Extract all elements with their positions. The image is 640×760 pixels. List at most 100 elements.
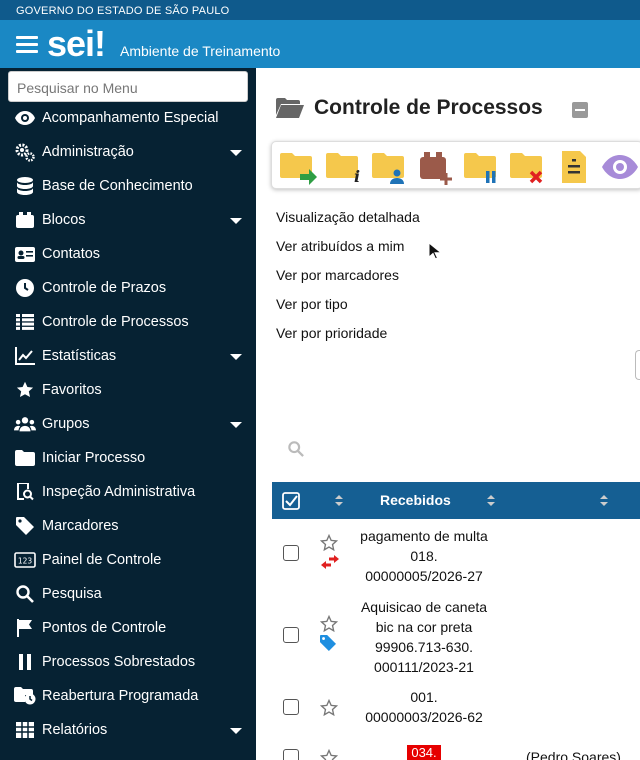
sidebar-item-blocos[interactable]: Blocos — [0, 203, 256, 237]
chevron-down-icon[interactable] — [230, 218, 242, 224]
chevron-down-icon[interactable] — [230, 150, 242, 156]
folder-icon — [14, 448, 36, 468]
view-detailed-link[interactable]: Visualização detalhada — [276, 208, 420, 237]
table-row[interactable]: pagamento de multa 018. 00000005/2026-27 — [272, 523, 640, 591]
eye-icon — [602, 155, 638, 179]
star-outline-icon[interactable] — [320, 749, 338, 760]
sidebar-item-controle-de-prazos[interactable]: Controle de Prazos — [0, 271, 256, 305]
sidebar-item-marcadores[interactable]: Marcadores — [0, 509, 256, 543]
clock-icon — [14, 278, 36, 298]
sidebar-item-label: Controle de Processos — [42, 314, 189, 330]
late-process-badge[interactable]: 034. — [407, 745, 441, 760]
chevron-down-icon[interactable] — [230, 422, 242, 428]
annotation-button[interactable] — [554, 149, 594, 185]
process-description[interactable]: 001. 00000003/2026-62 — [344, 687, 504, 727]
row-checkbox[interactable] — [283, 545, 299, 561]
sidebar-item-label: Grupos — [42, 416, 90, 432]
menu-search-input[interactable]: Pesquisar no Menu — [8, 71, 248, 102]
sidebar-item-processos-sobrestados[interactable]: Processos Sobrestados — [0, 645, 256, 679]
svg-text:i: i — [354, 167, 360, 185]
search-icon[interactable] — [288, 441, 304, 457]
row-checkbox[interactable] — [283, 749, 299, 760]
sidebar-item-base-de-conhecimento[interactable]: Base de Conhecimento — [0, 169, 256, 203]
assign-process-button[interactable] — [370, 149, 410, 185]
star-outline-icon[interactable] — [320, 615, 338, 633]
sidebar-item-label: Reabertura Programada — [42, 688, 199, 704]
chevron-down-icon[interactable] — [230, 728, 242, 734]
sidebar-item-inspecao-administrativa[interactable]: Inspeção Administrativa — [0, 475, 256, 509]
sidebar-item-label: Painel de Controle — [42, 552, 162, 568]
sei-logo[interactable]: sei! — [47, 24, 106, 64]
sidebar-item-favoritos[interactable]: Favoritos — [0, 373, 256, 407]
table-icon — [14, 720, 36, 740]
suspend-process-button[interactable] — [462, 149, 502, 185]
view-by-priority-link[interactable]: Ver por prioridade — [276, 324, 420, 353]
sidebar-item-relatorios[interactable]: Relatórios — [0, 713, 256, 747]
sidebar-item-iniciar-processo[interactable]: Iniciar Processo — [0, 441, 256, 475]
star-outline-icon[interactable] — [320, 534, 338, 552]
sidebar-item-grupos[interactable]: Grupos — [0, 407, 256, 441]
close-process-button[interactable] — [508, 149, 548, 185]
top-header: sei! Ambiente de Treinamento — [0, 20, 640, 68]
contact-card-icon — [14, 244, 36, 264]
list-icon — [14, 312, 36, 332]
hamburger-menu-icon[interactable] — [16, 36, 38, 54]
sidebar-item-label: Administração — [42, 144, 134, 160]
table-row[interactable]: 001. 00000003/2026-62 — [272, 685, 640, 733]
sidebar-item-label: Inspeção Administrativa — [42, 484, 196, 500]
sidebar-item-controle-de-processos[interactable]: Controle de Processos — [0, 305, 256, 339]
collapse-icon[interactable] — [572, 102, 588, 118]
sidebar-item-label: Pontos de Controle — [42, 620, 167, 636]
mouse-cursor-icon — [428, 242, 442, 260]
process-info-button[interactable]: i — [324, 149, 364, 186]
sidebar-item-estatisticas[interactable]: Estatísticas — [0, 339, 256, 373]
sidebar-item-label: Acompanhamento Especial — [42, 110, 219, 126]
sidebar-item-label: Pesquisa — [42, 586, 102, 602]
folder-close-icon — [510, 153, 543, 184]
sidebar-item-acompanhamento-especial[interactable]: Acompanhamento Especial — [0, 101, 256, 135]
table-row[interactable]: Aquisicao de caneta bic na cor preta 999… — [272, 595, 640, 679]
sort-icon[interactable] — [600, 495, 608, 506]
pause-icon — [14, 652, 36, 672]
star-icon — [14, 380, 36, 400]
tag-icon — [14, 516, 36, 536]
star-outline-icon[interactable] — [320, 699, 338, 717]
sidebar-item-pontos-de-controle[interactable]: Pontos de Controle — [0, 611, 256, 645]
sidebar-item-label: Iniciar Processo — [42, 450, 146, 466]
sidebar-item-reabertura-programada[interactable]: Reabertura Programada — [0, 679, 256, 713]
process-description[interactable]: 034. — [344, 742, 504, 760]
sidebar-item-administracao[interactable]: Administração — [0, 135, 256, 169]
sidebar-item-pesquisa[interactable]: Pesquisa — [0, 577, 256, 611]
view-by-markers-link[interactable]: Ver por marcadores — [276, 266, 420, 295]
panel-123-icon: 123 — [14, 550, 36, 570]
follow-up-button[interactable] — [600, 149, 640, 185]
chevron-down-icon[interactable] — [230, 354, 242, 360]
blocks-icon — [14, 210, 36, 230]
environment-label: Ambiente de Treinamento — [120, 43, 281, 59]
process-description[interactable]: Aquisicao de caneta bic na cor preta 999… — [344, 597, 504, 677]
chart-line-icon — [14, 346, 36, 366]
process-description[interactable]: pagamento de multa 018. 00000005/2026-27 — [344, 526, 504, 586]
side-panel-handle[interactable] — [635, 350, 640, 380]
view-by-type-link[interactable]: Ver por tipo — [276, 295, 420, 324]
sidebar-item-painel-de-controle[interactable]: 123 Painel de Controle — [0, 543, 256, 577]
toolbar: i — [271, 141, 640, 189]
sort-icon[interactable] — [487, 495, 495, 506]
sidebar-item-contatos[interactable]: Contatos — [0, 237, 256, 271]
add-to-block-button[interactable] — [416, 149, 456, 185]
page-title: Controle de Processos — [314, 96, 543, 119]
view-assigned-to-me-link[interactable]: Ver atribuídos a mim — [276, 237, 420, 266]
row-checkbox[interactable] — [283, 699, 299, 715]
column-header-recebidos[interactable]: Recebidos — [380, 492, 451, 508]
folder-pause-icon — [464, 153, 496, 183]
folder-send-icon — [280, 153, 317, 185]
received-table-header: Recebidos — [272, 482, 640, 519]
sidebar-menu: Acompanhamento Especial Administração Ba… — [0, 101, 256, 747]
search-icon — [14, 584, 36, 604]
sort-icon[interactable] — [335, 495, 343, 506]
row-checkbox[interactable] — [283, 627, 299, 643]
table-row[interactable]: 034. (Pedro Soares) — [272, 740, 640, 760]
send-process-button[interactable] — [278, 149, 318, 185]
select-all-checkbox-icon[interactable] — [282, 492, 300, 510]
gears-icon — [14, 142, 36, 162]
